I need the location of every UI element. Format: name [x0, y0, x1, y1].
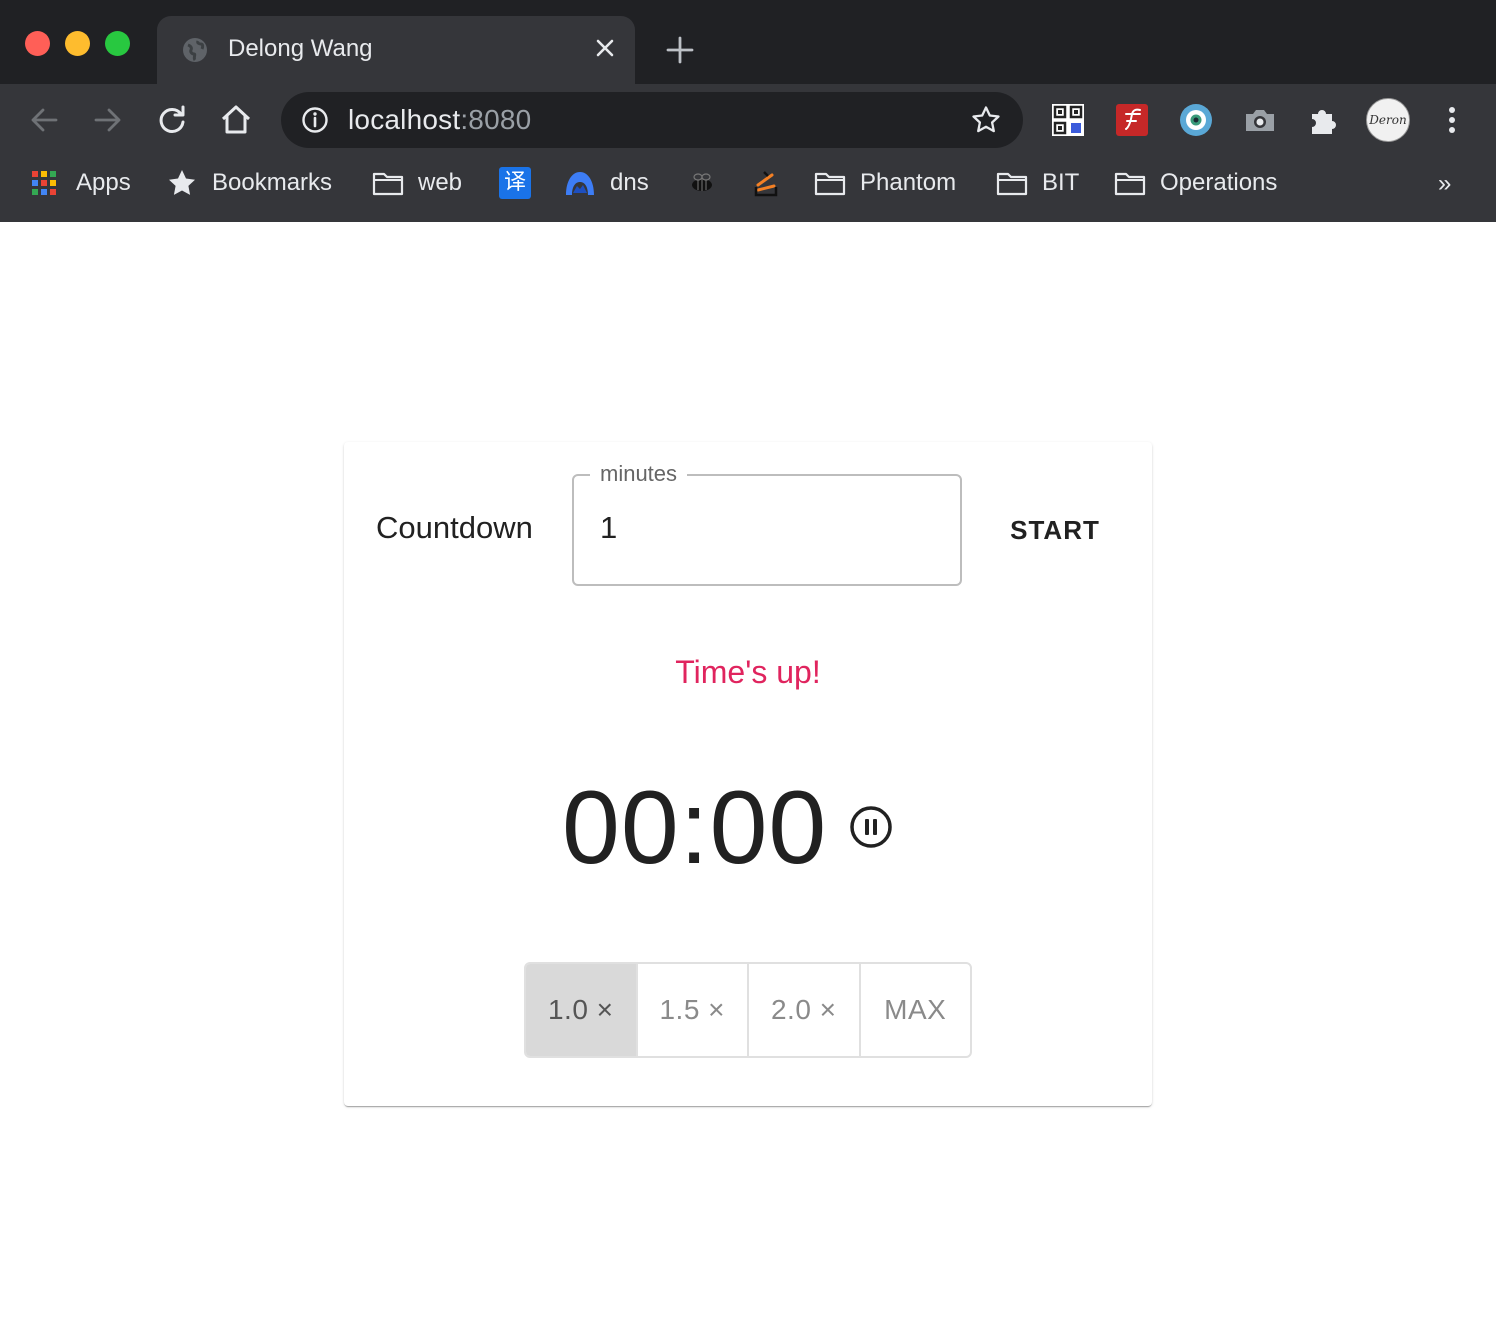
forward-arrow-icon[interactable] — [90, 102, 126, 138]
bookmark-label: BIT — [1042, 169, 1080, 196]
folder-icon — [996, 172, 1028, 196]
address-url[interactable]: localhost:8080 — [348, 104, 531, 136]
bookmarks-overflow-button[interactable]: » — [1438, 170, 1451, 198]
bookmark-bookmarks[interactable]: Bookmarks — [166, 166, 332, 200]
status-message: Time's up! — [675, 654, 821, 690]
bookmark-apps[interactable]: Apps — [30, 166, 131, 200]
eye-extension-icon[interactable] — [1178, 102, 1214, 138]
close-tab-icon[interactable] — [591, 34, 619, 62]
home-icon[interactable] — [218, 102, 254, 138]
minutes-field[interactable]: minutes — [572, 459, 962, 586]
more-menu-icon[interactable] — [1440, 102, 1464, 138]
speed-button-max[interactable]: MAX — [858, 964, 971, 1056]
time-display: 00:00 — [562, 770, 828, 886]
bookmark-translate[interactable]: 译 — [499, 166, 531, 200]
stack-logo-icon — [754, 171, 778, 197]
speed-button-1x[interactable]: 1.0 × — [526, 964, 636, 1056]
folder-icon — [814, 172, 846, 196]
star-icon — [169, 170, 195, 195]
bookmark-folder-bit[interactable]: BIT — [996, 166, 1079, 200]
bookmark-label: Phantom — [860, 169, 957, 196]
bookmark-label: dns — [610, 169, 649, 196]
dns-arc-icon — [566, 172, 594, 195]
bookmark-label: Operations — [1160, 169, 1278, 196]
minutes-legend: minutes — [590, 459, 688, 489]
site-info-icon[interactable] — [301, 106, 329, 134]
bookmark-folder-web[interactable]: web — [372, 166, 462, 200]
qr-code-extension-icon[interactable] — [1050, 102, 1086, 138]
url-port: :8080 — [460, 104, 532, 135]
countdown-label: Countdown — [376, 510, 533, 545]
bookmark-star-icon[interactable] — [970, 104, 1002, 136]
countdown-card: Countdown minutes START Time's up! 00:00… — [344, 442, 1152, 1106]
speed-button-1-5x[interactable]: 1.5 × — [635, 964, 748, 1056]
bookmark-folder-operations[interactable]: Operations — [1114, 166, 1277, 200]
bookmark-dns[interactable]: dns — [564, 166, 649, 200]
translate-icon: 译 — [499, 167, 531, 199]
address-bar[interactable]: localhost:8080 — [281, 92, 1023, 148]
bookmark-stack-logo[interactable] — [750, 166, 782, 200]
speed-toggle-group: 1.0 × 1.5 × 2.0 × MAX — [524, 962, 972, 1058]
browser-tab[interactable]: Delong Wang — [157, 16, 635, 84]
bee-icon — [692, 173, 712, 191]
back-arrow-icon[interactable] — [26, 102, 62, 138]
bookmark-folder-phantom[interactable]: Phantom — [814, 166, 956, 200]
zoom-window-button[interactable] — [105, 31, 130, 56]
profile-avatar[interactable]: Deron — [1366, 98, 1410, 142]
speed-button-2x[interactable]: 2.0 × — [747, 964, 859, 1056]
apps-grid-icon — [32, 171, 56, 195]
new-tab-icon[interactable] — [664, 34, 696, 66]
bookmark-label: Apps — [76, 169, 131, 196]
font-extension-icon[interactable] — [1114, 102, 1150, 138]
tab-title: Delong Wang — [228, 35, 373, 62]
bookmark-bee[interactable] — [686, 166, 718, 200]
url-host: localhost — [348, 104, 461, 135]
close-window-button[interactable] — [25, 31, 50, 56]
folder-icon — [1114, 172, 1146, 196]
browser-chrome: Delong Wang localhost:8080 Deron Apps Bo… — [0, 0, 1496, 222]
minimize-window-button[interactable] — [65, 31, 90, 56]
bookmark-label: web — [418, 169, 463, 196]
puzzle-extensions-icon[interactable] — [1306, 102, 1342, 138]
bookmark-label: Bookmarks — [212, 169, 333, 196]
folder-icon — [372, 172, 404, 196]
globe-icon — [183, 38, 207, 62]
start-button[interactable]: START — [992, 500, 1118, 560]
pause-icon[interactable] — [848, 804, 894, 850]
camera-extension-icon[interactable] — [1242, 102, 1278, 138]
reload-icon[interactable] — [154, 102, 190, 138]
minutes-input[interactable] — [600, 510, 930, 546]
tab-strip: Delong Wang — [0, 0, 1496, 84]
